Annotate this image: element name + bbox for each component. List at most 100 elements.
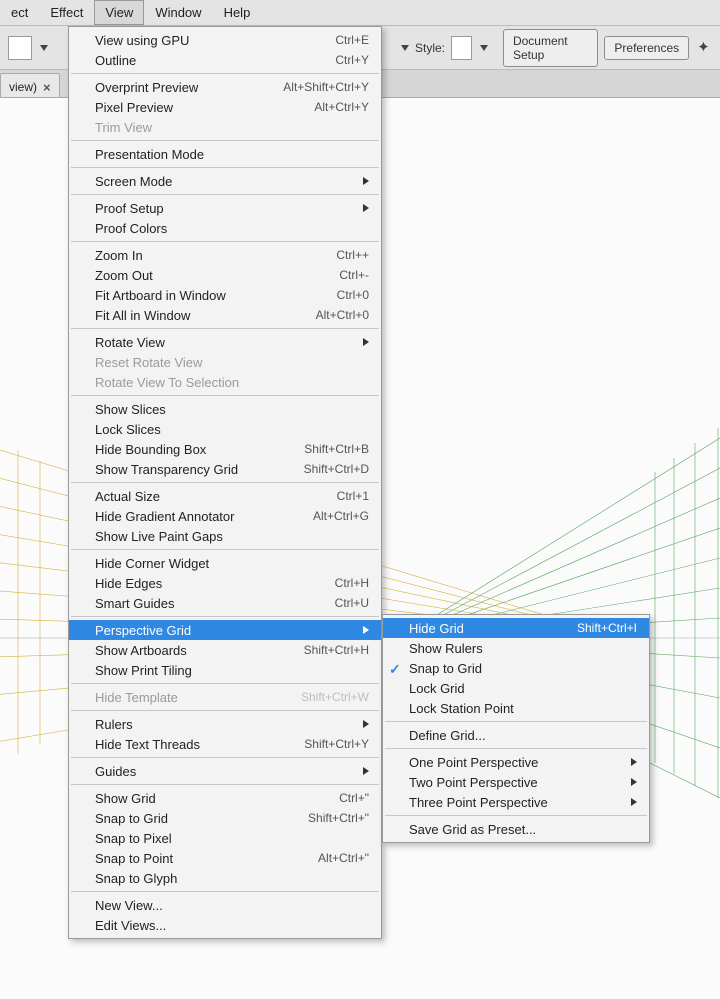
view-menu-item[interactable]: Hide Text ThreadsShift+Ctrl+Y xyxy=(69,734,381,754)
view-menu-item[interactable]: Show Print Tiling xyxy=(69,660,381,680)
view-menu-item[interactable]: Actual SizeCtrl+1 xyxy=(69,486,381,506)
view-menu-item[interactable]: Snap to GridShift+Ctrl+" xyxy=(69,808,381,828)
menu-item-label: Smart Guides xyxy=(95,596,305,611)
chevron-right-icon xyxy=(363,338,369,346)
chevron-down-icon[interactable] xyxy=(40,45,48,51)
view-menu-item[interactable]: Pixel PreviewAlt+Ctrl+Y xyxy=(69,97,381,117)
view-menu-item[interactable]: Snap to Glyph xyxy=(69,868,381,888)
view-menu-separator xyxy=(71,710,379,711)
chevron-right-icon xyxy=(631,758,637,766)
perspective-submenu-item[interactable]: Save Grid as Preset... xyxy=(383,819,649,839)
perspective-submenu-item[interactable]: ✓Snap to Grid xyxy=(383,658,649,678)
menu-item-label: Three Point Perspective xyxy=(409,795,621,810)
perspective-submenu-item[interactable]: Two Point Perspective xyxy=(383,772,649,792)
style-swatch[interactable] xyxy=(451,36,472,60)
view-menu-item[interactable]: Show Transparency GridShift+Ctrl+D xyxy=(69,459,381,479)
view-menu-item[interactable]: Show ArtboardsShift+Ctrl+H xyxy=(69,640,381,660)
view-menu-item[interactable]: Rulers xyxy=(69,714,381,734)
menu-item-shortcut: Alt+Shift+Ctrl+Y xyxy=(253,80,369,94)
view-menu-item[interactable]: Overprint PreviewAlt+Shift+Ctrl+Y xyxy=(69,77,381,97)
menubar: ect Effect View Window Help xyxy=(0,0,720,26)
menu-effect[interactable]: Effect xyxy=(39,0,94,25)
view-menu-item[interactable]: Edit Views... xyxy=(69,915,381,935)
view-menu-item[interactable]: Perspective Grid xyxy=(69,620,381,640)
menu-item-label: Snap to Point xyxy=(95,851,288,866)
menu-item-label: Perspective Grid xyxy=(95,623,353,638)
preferences-button[interactable]: Preferences xyxy=(604,36,689,60)
perspective-submenu-item[interactable]: Three Point Perspective xyxy=(383,792,649,812)
chevron-down-icon[interactable] xyxy=(401,45,409,51)
menu-item-label: Proof Colors xyxy=(95,221,369,236)
view-menu-item: Hide TemplateShift+Ctrl+W xyxy=(69,687,381,707)
menu-help[interactable]: Help xyxy=(213,0,262,25)
menu-item-label: Edit Views... xyxy=(95,918,369,933)
close-icon[interactable]: × xyxy=(43,80,51,95)
view-menu-separator xyxy=(71,683,379,684)
menu-item-label: Fit Artboard in Window xyxy=(95,288,307,303)
perspective-submenu-item[interactable]: One Point Perspective xyxy=(383,752,649,772)
menu-view[interactable]: View xyxy=(94,0,144,25)
view-menu-separator xyxy=(71,891,379,892)
view-menu-item[interactable]: Guides xyxy=(69,761,381,781)
view-menu-separator xyxy=(71,395,379,396)
view-menu-item[interactable]: Show Slices xyxy=(69,399,381,419)
view-menu-item[interactable]: Smart GuidesCtrl+U xyxy=(69,593,381,613)
view-menu-item[interactable]: Proof Colors xyxy=(69,218,381,238)
view-menu-separator xyxy=(71,482,379,483)
menu-item-label: Two Point Perspective xyxy=(409,775,621,790)
document-tab[interactable]: view) × xyxy=(0,73,60,97)
menu-item-label: Show Print Tiling xyxy=(95,663,369,678)
menu-item-shortcut: Ctrl++ xyxy=(306,248,369,262)
perspective-submenu-item[interactable]: Show Rulers xyxy=(383,638,649,658)
view-menu-item[interactable]: New View... xyxy=(69,895,381,915)
menu-item-label: Show Artboards xyxy=(95,643,274,658)
perspective-submenu-item[interactable]: Define Grid... xyxy=(383,725,649,745)
menu-item-label: Reset Rotate View xyxy=(95,355,369,370)
view-menu-item[interactable]: Snap to Pixel xyxy=(69,828,381,848)
view-menu-item[interactable]: Hide Corner Widget xyxy=(69,553,381,573)
view-menu-item[interactable]: Hide Bounding BoxShift+Ctrl+B xyxy=(69,439,381,459)
menu-item-label: Snap to Pixel xyxy=(95,831,369,846)
perspective-submenu-item[interactable]: Hide GridShift+Ctrl+I xyxy=(383,618,649,638)
chevron-right-icon xyxy=(631,778,637,786)
view-menu-item[interactable]: Lock Slices xyxy=(69,419,381,439)
view-menu-item[interactable]: Zoom OutCtrl+- xyxy=(69,265,381,285)
menu-item-shortcut: Ctrl+0 xyxy=(307,288,369,302)
menu-window[interactable]: Window xyxy=(144,0,212,25)
perspective-submenu-item[interactable]: Lock Grid xyxy=(383,678,649,698)
view-menu-item[interactable]: Rotate View xyxy=(69,332,381,352)
menu-item-label: Show Transparency Grid xyxy=(95,462,274,477)
wand-icon[interactable] xyxy=(695,38,712,58)
chevron-down-icon[interactable] xyxy=(480,45,488,51)
view-menu-item[interactable]: Fit All in WindowAlt+Ctrl+0 xyxy=(69,305,381,325)
menu-item-label: Define Grid... xyxy=(409,728,637,743)
menu-item-label: Lock Grid xyxy=(409,681,637,696)
menu-item-label: Show Grid xyxy=(95,791,309,806)
view-menu-item[interactable]: OutlineCtrl+Y xyxy=(69,50,381,70)
view-menu-item[interactable]: Zoom InCtrl++ xyxy=(69,245,381,265)
view-menu-item[interactable]: Screen Mode xyxy=(69,171,381,191)
view-menu-item[interactable]: Snap to PointAlt+Ctrl+" xyxy=(69,848,381,868)
menu-item-label: Rotate View xyxy=(95,335,353,350)
menu-item-label: Lock Station Point xyxy=(409,701,637,716)
menu-item-label: Hide Corner Widget xyxy=(95,556,369,571)
view-menu-item[interactable]: Hide Gradient AnnotatorAlt+Ctrl+G xyxy=(69,506,381,526)
document-setup-button[interactable]: Document Setup xyxy=(503,29,598,67)
view-menu-separator xyxy=(71,140,379,141)
menu-select[interactable]: ect xyxy=(0,0,39,25)
view-menu-item[interactable]: Show GridCtrl+" xyxy=(69,788,381,808)
view-menu-item[interactable]: Proof Setup xyxy=(69,198,381,218)
menu-item-label: Actual Size xyxy=(95,489,307,504)
chevron-right-icon xyxy=(363,177,369,185)
perspective-submenu-item[interactable]: Lock Station Point xyxy=(383,698,649,718)
view-menu-item[interactable]: Show Live Paint Gaps xyxy=(69,526,381,546)
menu-item-shortcut: Shift+Ctrl+I xyxy=(547,621,637,635)
menu-item-label: Save Grid as Preset... xyxy=(409,822,637,837)
menu-item-shortcut: Ctrl+Y xyxy=(305,53,369,67)
view-menu-item[interactable]: Hide EdgesCtrl+H xyxy=(69,573,381,593)
swatch[interactable] xyxy=(8,36,32,60)
view-menu-item[interactable]: View using GPUCtrl+E xyxy=(69,30,381,50)
view-menu-item[interactable]: Fit Artboard in WindowCtrl+0 xyxy=(69,285,381,305)
menu-item-label: Proof Setup xyxy=(95,201,353,216)
view-menu-item[interactable]: Presentation Mode xyxy=(69,144,381,164)
